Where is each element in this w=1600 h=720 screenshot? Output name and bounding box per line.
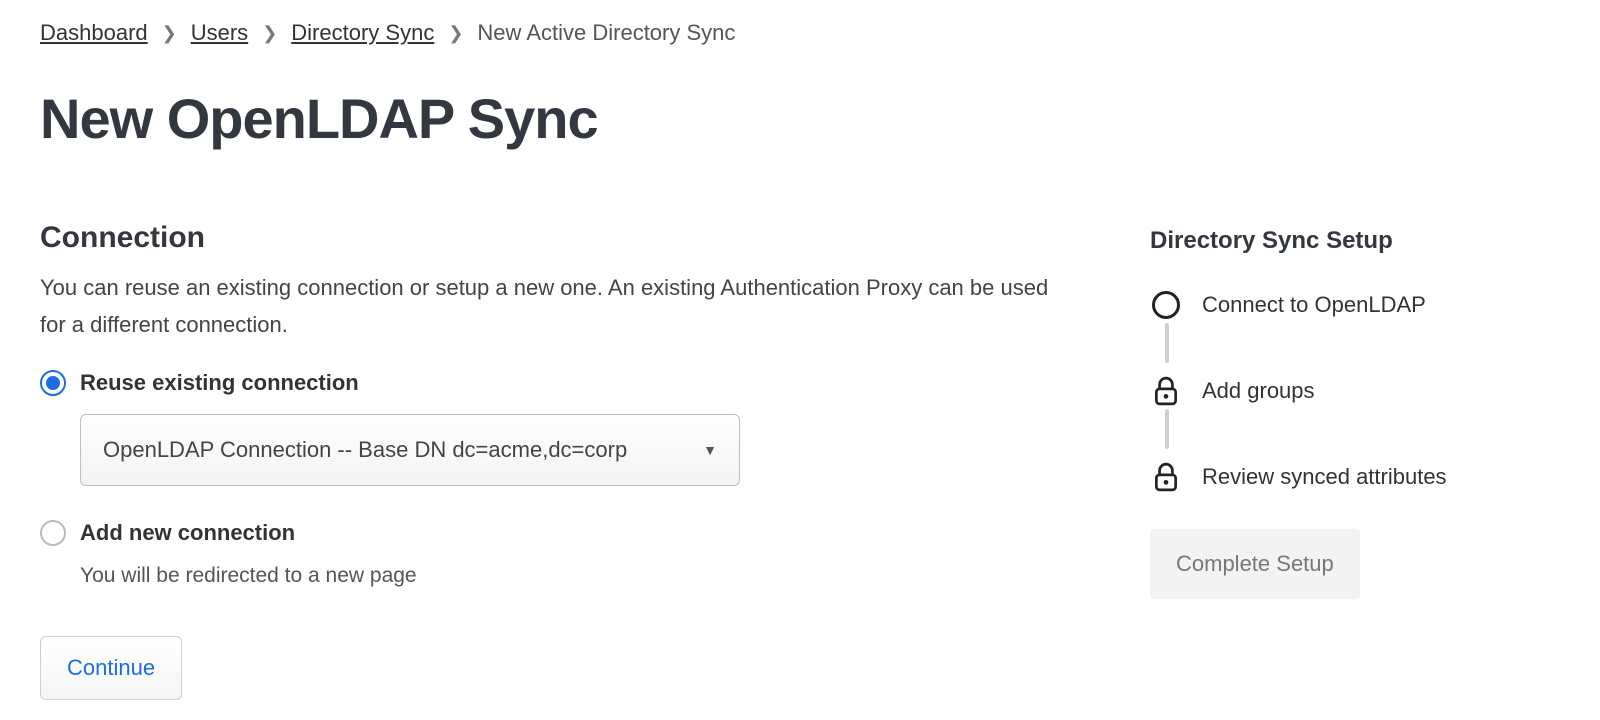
connection-description: You can reuse an existing connection or … <box>40 269 1060 344</box>
lock-icon <box>1150 461 1182 493</box>
chevron-right-icon: ❯ <box>162 23 177 44</box>
continue-button[interactable]: Continue <box>40 636 182 700</box>
connection-select-value: OpenLDAP Connection -- Base DN dc=acme,d… <box>103 437 627 463</box>
circle-icon <box>1150 289 1182 321</box>
setup-step-connect: Connect to OpenLDAP <box>1150 289 1510 375</box>
add-new-connection-note: You will be redirected to a new page <box>80 564 1090 588</box>
setup-step-label: Review synced attributes <box>1202 464 1447 490</box>
reuse-connection-option[interactable]: Reuse existing connection <box>40 370 1090 396</box>
chevron-right-icon: ❯ <box>262 23 277 44</box>
chevron-right-icon: ❯ <box>448 23 463 44</box>
connection-select[interactable]: OpenLDAP Connection -- Base DN dc=acme,d… <box>80 414 740 486</box>
breadcrumb-current: New Active Directory Sync <box>477 20 735 46</box>
setup-step-add-groups: Add groups <box>1150 375 1510 461</box>
setup-sidebar: Directory Sync Setup Connect to OpenLDAP… <box>1150 221 1510 599</box>
setup-step-label: Add groups <box>1202 378 1315 404</box>
connection-heading: Connection <box>40 221 1090 255</box>
breadcrumb: Dashboard ❯ Users ❯ Directory Sync ❯ New… <box>40 20 1560 46</box>
sidebar-title: Directory Sync Setup <box>1150 227 1510 255</box>
breadcrumb-link-users[interactable]: Users <box>191 20 248 46</box>
breadcrumb-link-directory-sync[interactable]: Directory Sync <box>291 20 434 46</box>
setup-steps: Connect to OpenLDAP Add groups Review sy… <box>1150 289 1510 523</box>
chevron-down-icon: ▼ <box>703 442 717 458</box>
setup-step-label: Connect to OpenLDAP <box>1202 292 1426 318</box>
reuse-connection-label[interactable]: Reuse existing connection <box>80 370 359 396</box>
add-new-connection-option[interactable]: Add new connection <box>40 520 1090 546</box>
complete-setup-box: Complete Setup <box>1150 529 1360 599</box>
main-column: Connection You can reuse an existing con… <box>40 221 1090 700</box>
add-new-connection-radio[interactable] <box>40 520 66 546</box>
lock-icon <box>1150 375 1182 407</box>
reuse-connection-radio[interactable] <box>40 370 66 396</box>
breadcrumb-link-dashboard[interactable]: Dashboard <box>40 20 148 46</box>
add-new-connection-label[interactable]: Add new connection <box>80 520 295 546</box>
setup-step-review-attributes: Review synced attributes <box>1150 461 1510 523</box>
page-title: New OpenLDAP Sync <box>40 86 1560 151</box>
